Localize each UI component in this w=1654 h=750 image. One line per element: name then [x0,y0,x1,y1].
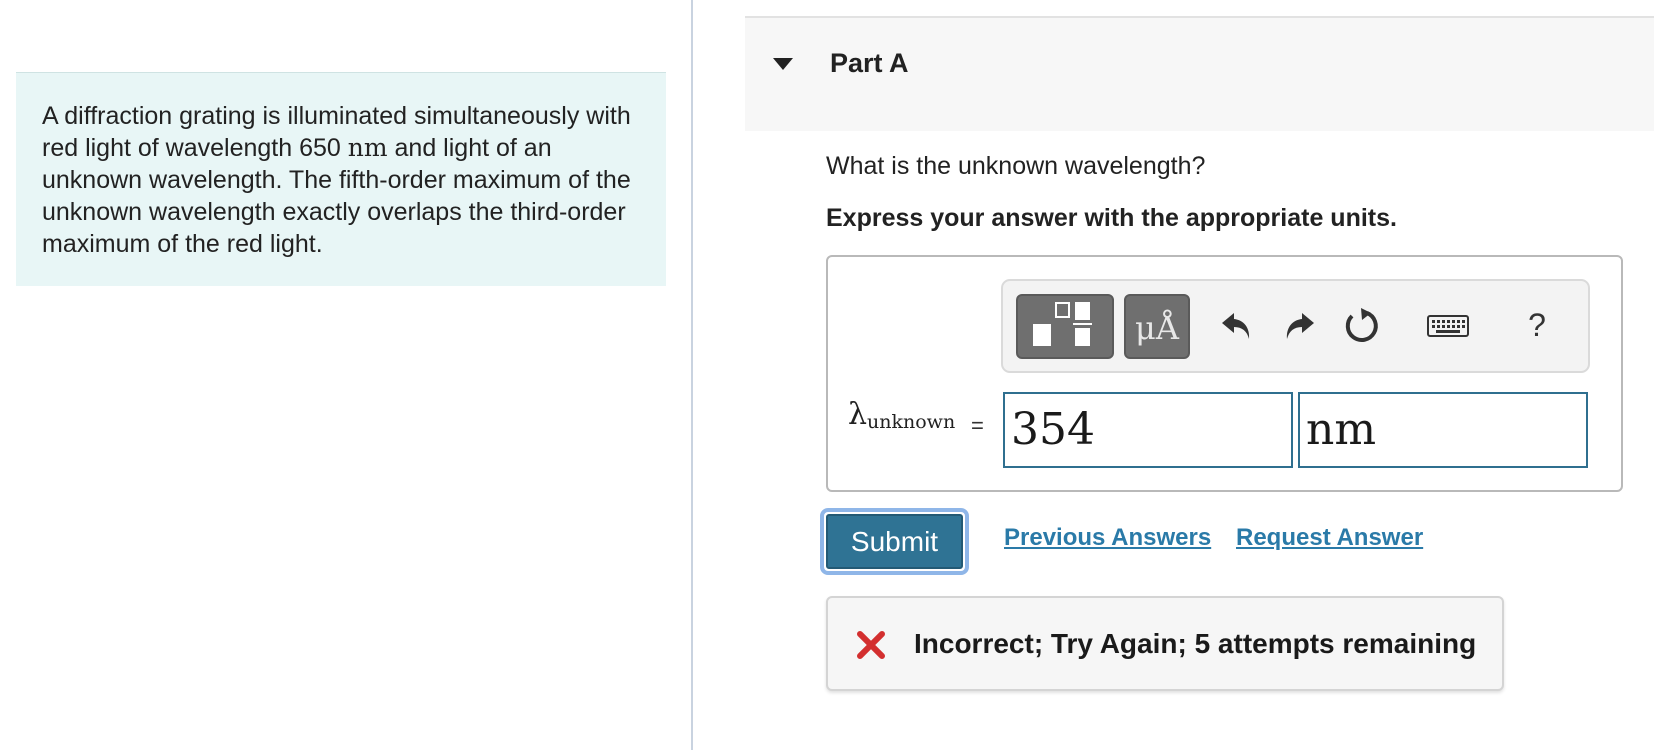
answer-variable-label: λunknown [848,397,955,433]
lambda-symbol: λ [848,397,868,432]
reset-button[interactable] [1337,301,1385,349]
pane-divider[interactable] [691,0,693,750]
feedback-box: Incorrect; Try Again; 5 attempts remaini… [826,596,1504,691]
question-text: What is the unknown wavelength? [826,152,1206,180]
request-answer-link[interactable]: Request Answer [1236,524,1423,552]
collapse-caret-icon[interactable] [773,58,793,70]
submit-focus-ring: Submit [820,508,969,575]
templates-icon [1033,302,1092,346]
units-button[interactable]: μÅ [1124,294,1190,359]
problem-pane: A diffraction grating is illuminated sim… [0,0,690,750]
templates-button[interactable] [1016,294,1114,359]
part-title: Part A [830,48,909,78]
math-toolbar: μÅ ? [1001,279,1590,373]
equals-sign: = [971,413,984,438]
answer-value-input[interactable]: 354 [1003,392,1293,468]
help-icon: ? [1528,307,1546,343]
undo-icon [1222,313,1250,339]
answer-panel: μÅ ? λunknown = 354 nm [826,255,1623,492]
keyboard-icon [1427,315,1469,337]
reset-icon [1345,308,1378,342]
problem-unit: nm [347,133,388,162]
units-icon: μÅ [1135,309,1179,347]
submit-button[interactable]: Submit [826,514,963,569]
feedback-message: Incorrect; Try Again; 5 attempts remaini… [914,628,1477,659]
incorrect-x-icon [857,631,885,659]
previous-answers-link[interactable]: Previous Answers [1004,524,1211,552]
instruction-text: Express your answer with the appropriate… [826,204,1397,232]
redo-icon [1286,313,1314,339]
keyboard-button[interactable] [1426,301,1470,349]
problem-statement: A diffraction grating is illuminated sim… [16,72,666,286]
undo-button[interactable] [1214,301,1262,349]
part-header[interactable]: Part A [745,16,1654,131]
redo-button[interactable] [1274,301,1322,349]
help-button[interactable]: ? [1513,301,1561,349]
lambda-subscript: unknown [867,411,956,433]
answer-unit-input[interactable]: nm [1298,392,1588,468]
